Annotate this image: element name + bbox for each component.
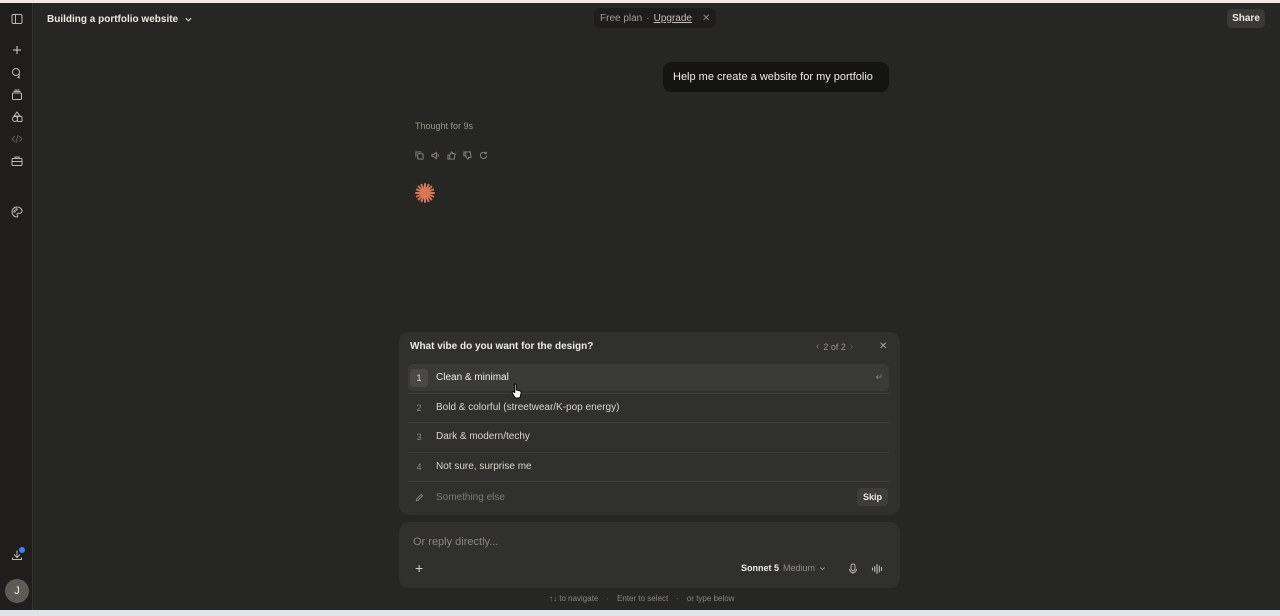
hint-navigate: ↑↓ to navigate [549,594,599,603]
pencil-icon [410,493,428,502]
thought-toggle[interactable]: Thought for 9s [415,121,473,131]
something-else-input[interactable]: Something else [408,485,889,509]
sidebar: J [0,3,33,613]
projects-icon[interactable] [9,87,25,103]
user-message: Help me create a website for my portfoli… [663,62,889,92]
composer: Or reply directly... + Sonnet 5 Medium [399,522,900,588]
plan-separator: · [646,12,650,24]
hint-select: Enter to select [617,594,669,603]
option-number: 4 [416,461,422,472]
code-icon[interactable] [9,131,25,147]
sidebar-toggle-icon[interactable] [9,11,25,27]
option-3[interactable]: 3 Dark & modern/techy [408,423,889,450]
voice-mode-icon[interactable] [871,562,883,580]
artifacts-icon[interactable] [9,109,25,125]
microphone-icon[interactable] [847,562,859,580]
plan-banner: Free plan · Upgrade ✕ [594,8,717,28]
message-actions [414,150,488,160]
new-chat-icon[interactable] [9,42,25,58]
model-selector[interactable]: Sonnet 5 Medium [741,563,826,573]
top-edge [0,0,1280,3]
avatar[interactable]: J [5,579,29,603]
close-icon[interactable]: ✕ [702,13,710,24]
share-button[interactable]: Share [1227,9,1265,28]
model-name: Sonnet 5 [741,563,780,573]
option-number: 2 [416,402,422,413]
pointer-cursor-icon [511,383,522,399]
thumbs-down-icon[interactable] [462,150,472,160]
question-prompt: What vibe do you want for the design? [410,341,594,352]
reply-input[interactable]: Or reply directly... [413,536,498,548]
question-pager: ‹ 2 of 2 › [816,341,853,352]
option-label: Clean & minimal [436,372,509,383]
chevron-left-icon[interactable]: ‹ [816,341,819,352]
option-label: Not sure, surprise me [436,461,532,472]
hint-separator: · [606,594,610,603]
hint-type: or type below [686,594,735,603]
chats-icon[interactable] [9,65,25,81]
conversation-title: Building a portfolio website [47,13,179,25]
chevron-down-icon [185,17,192,22]
something-else-placeholder: Something else [436,491,505,503]
divider [408,481,889,482]
briefcase-icon[interactable] [9,153,25,169]
add-attachment-icon[interactable]: + [415,560,423,576]
bottom-edge [0,610,1280,616]
claude-spark-icon [415,183,435,203]
page-indicator: 2 of 2 [823,341,846,352]
option-4[interactable]: 4 Not sure, surprise me [408,453,889,480]
enter-key-icon: ↵ [875,372,883,382]
option-number: 1 [410,368,428,387]
copy-icon[interactable] [414,150,424,160]
conversation-title-button[interactable]: Building a portfolio website [47,11,193,27]
chevron-right-icon[interactable]: › [850,341,853,352]
skip-button[interactable]: Skip [857,488,888,506]
close-icon[interactable]: ✕ [879,341,887,352]
option-label: Dark & modern/techy [436,431,530,442]
plan-label: Free plan [600,12,643,24]
thumbs-up-icon[interactable] [446,150,456,160]
option-1[interactable]: 1 Clean & minimal ↵ [408,364,889,391]
hint-separator: · [676,594,679,603]
option-2[interactable]: 2 Bold & colorful (streetwear/K-pop ener… [408,394,889,421]
speaker-icon[interactable] [430,150,440,160]
option-label: Bold & colorful (streetwear/K-pop energy… [436,402,620,413]
option-number: 3 [416,431,422,442]
model-effort: Medium [783,563,816,573]
chevron-down-icon [819,566,826,570]
upgrade-link[interactable]: Upgrade [654,13,692,24]
question-card: What vibe do you want for the design? ‹ … [399,332,900,515]
retry-icon[interactable] [478,150,488,160]
download-badge [19,547,25,553]
keyboard-hints: ↑↓ to navigate · Enter to select · or ty… [549,594,734,603]
palette-icon[interactable] [9,204,25,220]
